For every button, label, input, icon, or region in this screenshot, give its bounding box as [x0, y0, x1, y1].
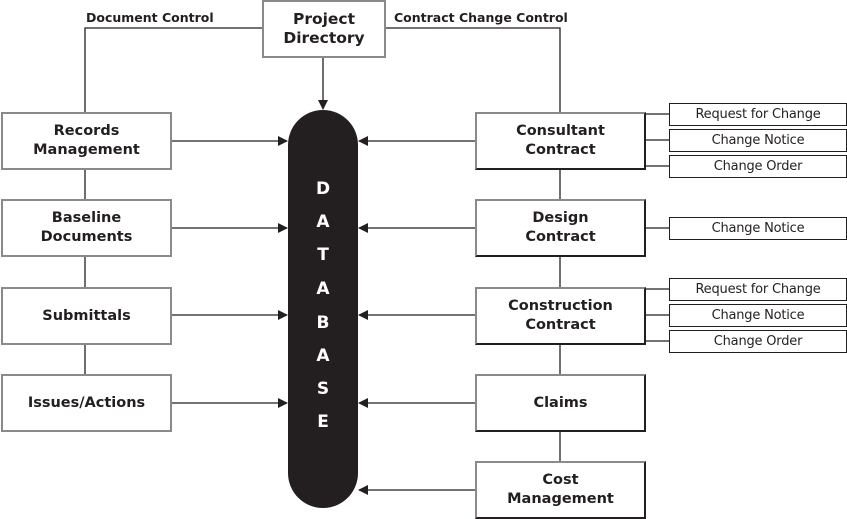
records-management-label: Records Management — [33, 123, 140, 158]
consultant-contract-label: Consultant Contract — [516, 123, 605, 158]
claims-label: Claims — [533, 394, 588, 411]
construction-request-for-change-node[interactable]: Request for Change — [669, 278, 847, 301]
construction-contract-label: Construction Contract — [508, 298, 613, 333]
connector-layer — [84, 27, 669, 495]
database-letter: A — [316, 279, 330, 299]
baseline-documents-node[interactable]: Baseline Documents — [1, 199, 172, 257]
construction-change-notice-node[interactable]: Change Notice — [669, 304, 847, 327]
sub-node-label: Request for Change — [695, 107, 821, 122]
consultant-change-notice-node[interactable]: Change Notice — [669, 129, 847, 152]
cost-management-node[interactable]: Cost Management — [475, 461, 646, 519]
project-directory-label: Project Directory — [283, 10, 365, 47]
consultant-contract-node[interactable]: Consultant Contract — [475, 112, 646, 170]
issues-actions-label: Issues/Actions — [27, 394, 146, 411]
sub-node-label: Change Notice — [711, 221, 805, 236]
design-contract-label: Design Contract — [525, 210, 596, 245]
project-directory-node[interactable]: Project Directory — [262, 0, 386, 58]
database-letter: T — [317, 245, 329, 265]
sub-node-label: Change Order — [713, 334, 803, 349]
sub-node-label: Change Notice — [711, 308, 805, 323]
consultant-change-order-node[interactable]: Change Order — [669, 155, 847, 178]
issues-actions-node[interactable]: Issues/Actions — [1, 374, 172, 432]
contract-change-control-connector — [385, 27, 561, 112]
document-control-connector — [84, 27, 262, 112]
document-control-label: Document Control — [86, 10, 214, 25]
database-letter: B — [316, 313, 330, 333]
sub-node-label: Request for Change — [695, 282, 821, 297]
database-letter: A — [316, 346, 330, 366]
construction-change-order-node[interactable]: Change Order — [669, 330, 847, 353]
database-letter: A — [316, 212, 330, 232]
database-letter: E — [317, 412, 329, 432]
sub-node-label: Change Order — [713, 159, 803, 174]
claims-node[interactable]: Claims — [475, 374, 646, 432]
database-node[interactable]: D A T A B A S E — [288, 110, 358, 508]
baseline-documents-label: Baseline Documents — [40, 210, 133, 245]
cost-management-label: Cost Management — [507, 472, 614, 507]
consultant-request-for-change-node[interactable]: Request for Change — [669, 103, 847, 126]
database-letter: D — [315, 179, 331, 199]
submittals-node[interactable]: Submittals — [1, 287, 172, 345]
records-management-node[interactable]: Records Management — [1, 112, 172, 170]
submittals-label: Submittals — [42, 307, 131, 324]
design-change-notice-node[interactable]: Change Notice — [669, 217, 847, 240]
contract-change-control-label: Contract Change Control — [394, 10, 568, 25]
construction-contract-node[interactable]: Construction Contract — [475, 287, 646, 345]
sub-node-label: Change Notice — [711, 133, 805, 148]
database-letter: S — [316, 379, 330, 399]
design-contract-node[interactable]: Design Contract — [475, 199, 646, 257]
